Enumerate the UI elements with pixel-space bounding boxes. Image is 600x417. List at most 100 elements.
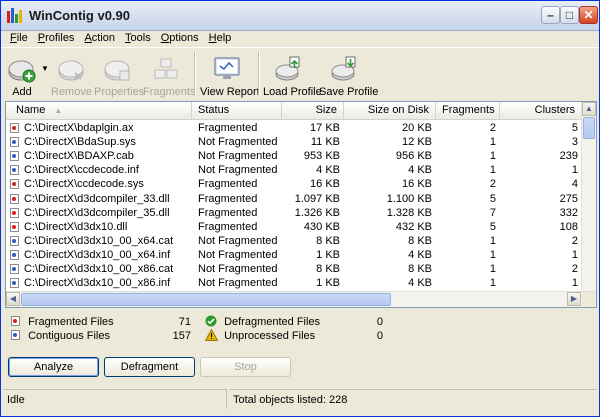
menu-tools[interactable]: Tools [120, 31, 156, 46]
table-row[interactable]: C:\DirectX\bdaplgin.ax Fragmented 17 KB 20 … [6, 121, 582, 135]
table-row[interactable]: C:\DirectX\d3dx10_00_x64.inf Not Fragment… [6, 248, 582, 262]
save-profile-icon [331, 56, 356, 81]
menu-profiles[interactable]: Profiles [33, 31, 80, 46]
cell-size: 1.326 KB [294, 206, 340, 219]
table-row[interactable]: C:\DirectX\d3dcompiler_33.dll Fragmented 1… [6, 192, 582, 206]
contiguous-file-icon [10, 235, 19, 246]
remove-button[interactable]: Remove [51, 52, 92, 98]
add-button[interactable]: Add [5, 52, 39, 98]
cell-status: Fragmented [198, 178, 258, 191]
cell-name: C:\DirectX\bdaplgin.ax [24, 122, 134, 134]
table-row[interactable]: C:\DirectX\d3dx10_00_x86.cat Not Fragment… [6, 262, 582, 276]
table-row[interactable]: C:\DirectX\d3dx10.dll Fragmented 430 KB 432… [6, 220, 582, 234]
cell-status: Not Fragmented [198, 234, 278, 247]
cell-fragments: 5 [489, 220, 496, 233]
properties-button[interactable]: Properties [94, 52, 144, 98]
add-dropdown[interactable]: ▼ [40, 52, 50, 98]
cell-clusters: 108 [559, 220, 578, 233]
cell-status: Not Fragmented [198, 136, 278, 149]
menu-help[interactable]: Help [204, 31, 237, 46]
window-title: WinContig v0.90 [29, 8, 131, 23]
cell-status: Fragmented [198, 220, 258, 233]
toolbar-separator [258, 52, 260, 96]
defragment-button[interactable]: Defragment [104, 357, 195, 377]
contiguous-file-icon [10, 264, 19, 274]
column-header-size[interactable]: Size [282, 102, 344, 119]
cell-status: Not Fragmented [198, 263, 278, 275]
menu-file[interactable]: File [5, 31, 33, 46]
cell-size-on-disk: 432 KB [395, 220, 432, 233]
vertical-scroll-thumb[interactable] [583, 117, 595, 139]
cell-clusters: 1 [571, 248, 578, 261]
file-list[interactable]: Name ▲ Status Size Size on Disk Fragment… [5, 101, 597, 308]
cell-size: 4 KB [316, 164, 340, 177]
cell-size: 953 KB [303, 150, 340, 163]
analyze-label: Analyze [33, 361, 74, 373]
title-bar[interactable]: WinContig v0.90 – □ ✕ [1, 1, 599, 31]
contiguous-files-label: Contiguous Files [28, 330, 110, 342]
column-header-fragments[interactable]: Fragments [436, 102, 500, 119]
scroll-corner [582, 292, 596, 307]
scroll-right-icon[interactable]: ▶ [567, 292, 581, 306]
table-row[interactable]: C:\DirectX\d3dcompiler_35.dll Fragmented 1… [6, 206, 582, 220]
cell-size-on-disk: 1.328 KB [386, 206, 432, 219]
minimize-icon: – [547, 8, 554, 22]
menu-options[interactable]: Options [156, 31, 204, 46]
report-monitor-icon [214, 57, 240, 79]
scroll-left-icon[interactable]: ◀ [6, 292, 20, 306]
contiguous-file-icon [10, 137, 19, 148]
menu-action[interactable]: Action [79, 31, 120, 46]
cell-status: Not Fragmented [198, 164, 278, 177]
horizontal-scroll-thumb[interactable] [21, 293, 391, 306]
cell-status: Fragmented [198, 206, 258, 219]
minimize-button[interactable]: – [541, 6, 560, 24]
cell-size: 8 KB [316, 234, 340, 247]
status-state: Idle [3, 389, 227, 409]
table-row[interactable]: C:\DirectX\ccdecode.inf Not Fragmented 4 K… [6, 163, 582, 177]
vertical-scrollbar[interactable]: ▲ [581, 102, 596, 291]
cell-fragments: 1 [489, 150, 496, 163]
column-header-clusters[interactable]: Clusters [500, 102, 582, 119]
view-report-button[interactable]: View Report [200, 52, 260, 98]
view-report-label: View Report [200, 86, 260, 98]
fragments-button[interactable]: Fragments [143, 52, 196, 98]
cell-name: C:\DirectX\d3dx10.dll [24, 220, 128, 233]
defragment-label: Defragment [120, 361, 179, 373]
table-row[interactable]: C:\DirectX\d3dx10_00_x86.inf Not Fragment… [6, 276, 582, 290]
cell-status: Not Fragmented [198, 248, 278, 261]
cell-size: 1.097 KB [294, 192, 340, 205]
load-profile-button[interactable]: Load Profile [263, 52, 322, 98]
column-header-size-on-disk[interactable]: Size on Disk [344, 102, 436, 119]
stop-button[interactable]: Stop [200, 357, 291, 377]
close-button[interactable]: ✕ [579, 6, 598, 24]
unprocessed-files-stat: Unprocessed Files 0 [204, 328, 383, 343]
sort-ascending-icon: ▲ [54, 106, 63, 115]
column-header-name[interactable]: Name ▲ [6, 102, 192, 119]
table-row[interactable]: C:\DirectX\BdaSup.sys Not Fragmented 11 KB… [6, 135, 582, 149]
maximize-button[interactable]: □ [560, 6, 579, 24]
table-row[interactable]: C:\DirectX\BDAXP.cab Not Fragmented 953 KB… [6, 149, 582, 163]
cell-size: 17 KB [310, 122, 340, 134]
table-row[interactable]: C:\DirectX\ccdecode.sys Fragmented 16 KB 16… [6, 177, 582, 191]
cell-name: C:\DirectX\d3dcompiler_35.dll [24, 206, 170, 219]
column-header-label: Name [16, 104, 46, 116]
column-header-status[interactable]: Status [192, 102, 282, 119]
cell-status: Fragmented [198, 192, 258, 205]
analyze-button[interactable]: Analyze [8, 357, 99, 377]
statistics-panel: Fragmented Files 71 Contiguous Files 157… [5, 311, 595, 351]
unprocessed-files-label: Unprocessed Files [224, 330, 316, 342]
properties-disk-icon [104, 60, 130, 81]
cell-fragments: 1 [489, 263, 496, 275]
add-disk-icon [8, 60, 36, 83]
defragmented-files-label: Defragmented Files [224, 316, 321, 328]
cell-size-on-disk: 8 KB [408, 234, 432, 247]
scroll-up-icon[interactable]: ▲ [582, 102, 596, 116]
save-profile-button[interactable]: Save Profile [319, 52, 378, 98]
defragmented-files-stat: Defragmented Files 0 [205, 315, 383, 329]
table-row[interactable]: C:\DirectX\d3dx10_00_x64.cat Not Fragment… [6, 234, 582, 248]
cell-size-on-disk: 20 KB [402, 122, 432, 134]
fragmented-file-icon [10, 207, 19, 218]
horizontal-scrollbar[interactable]: ◀ ▶ [6, 291, 596, 307]
chevron-down-icon: ▼ [41, 64, 49, 73]
cell-clusters: 239 [559, 150, 578, 163]
